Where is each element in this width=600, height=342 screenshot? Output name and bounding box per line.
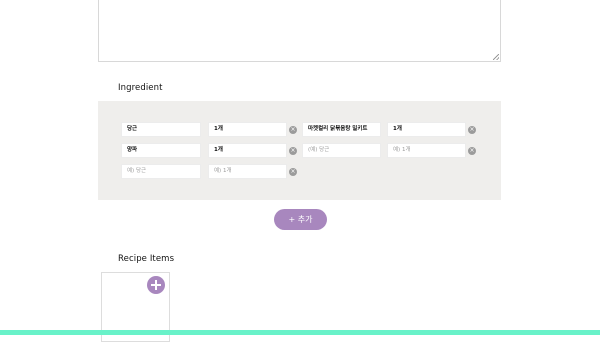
ingredient-amount-input[interactable]: 1개 xyxy=(208,122,287,137)
bottom-accent-bar xyxy=(0,330,600,335)
ingredient-amount-input[interactable]: 1개 xyxy=(208,143,287,158)
ingredient-name-input[interactable]: (예) 당근 xyxy=(302,143,381,158)
ingredient-amount-input[interactable]: 예) 1개 xyxy=(208,164,287,179)
remove-ingredient-button[interactable]: × xyxy=(289,147,297,155)
plus-icon[interactable] xyxy=(147,276,165,294)
remove-ingredient-button[interactable]: × xyxy=(468,126,476,134)
ingredient-amount-input[interactable]: 1개 xyxy=(387,122,466,137)
add-ingredient-button[interactable]: + 추가 xyxy=(274,209,327,230)
ingredient-name-input[interactable]: 당근 xyxy=(121,122,201,137)
description-textarea[interactable] xyxy=(98,0,501,62)
remove-ingredient-button[interactable]: × xyxy=(468,147,476,155)
recipe-items-section-title: Recipe Items xyxy=(118,254,175,264)
ingredient-name-input[interactable]: 양파 xyxy=(121,143,201,158)
ingredient-name-input[interactable]: 예) 당근 xyxy=(121,164,201,179)
ingredient-section-title: Ingredient xyxy=(118,83,163,93)
ingredient-name-input[interactable]: 마켓컬리 닭볶음탕 밀키트 xyxy=(302,122,381,137)
resize-handle[interactable] xyxy=(493,54,499,60)
remove-ingredient-button[interactable]: × xyxy=(289,126,297,134)
ingredient-amount-input[interactable]: 예) 1개 xyxy=(387,143,466,158)
remove-ingredient-button[interactable]: × xyxy=(289,168,297,176)
